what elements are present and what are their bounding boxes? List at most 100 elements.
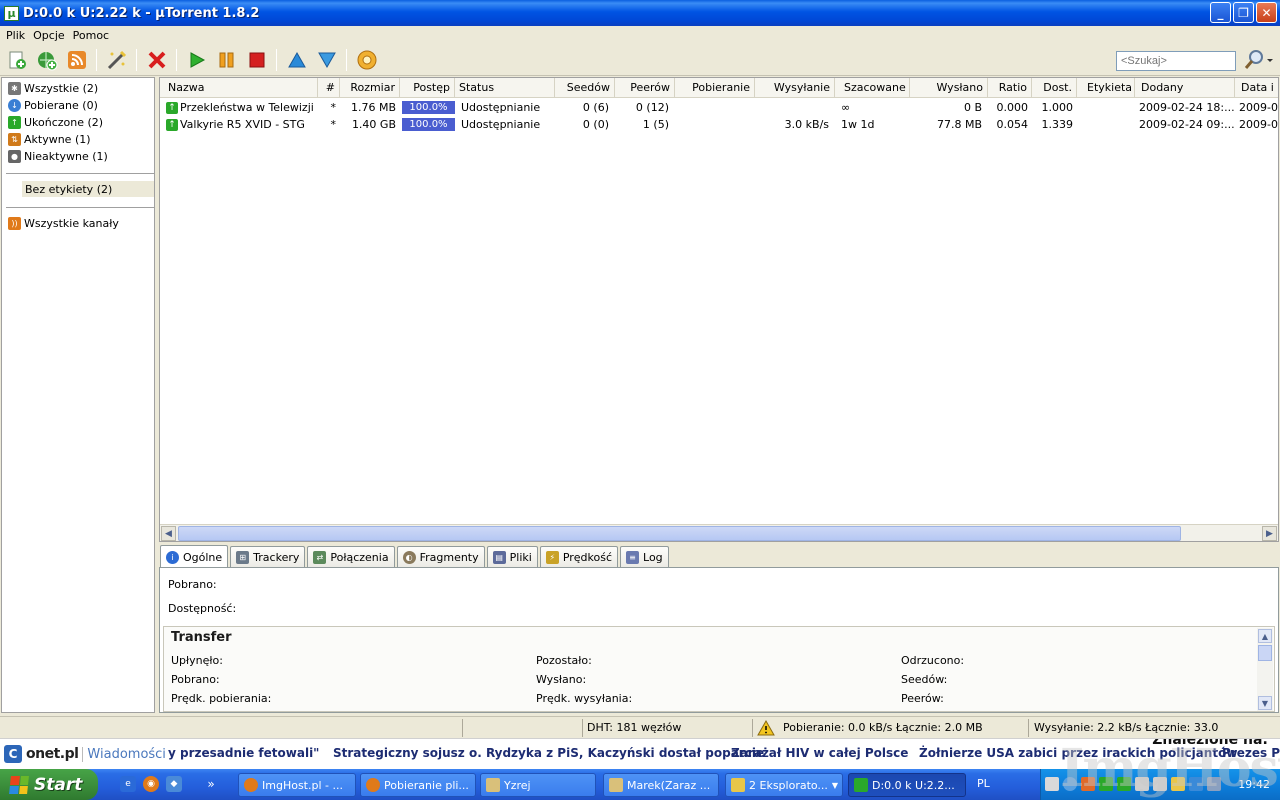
category-active[interactable]: ⇅ Aktywne (1) bbox=[8, 131, 154, 147]
language-indicator[interactable]: PL bbox=[977, 777, 990, 790]
seeds-label: Seedów: bbox=[901, 673, 948, 686]
tab-speed[interactable]: ⚡ Prędkość bbox=[539, 546, 619, 567]
tab-peers[interactable]: ⇄ Połączenia bbox=[307, 546, 395, 567]
column-upload-speed[interactable]: Wysyłanie bbox=[755, 78, 835, 98]
stop-icon[interactable] bbox=[246, 49, 268, 71]
column-uploaded[interactable]: Wysłano bbox=[910, 78, 988, 98]
category-all[interactable]: ✱ Wszystkie (2) bbox=[8, 80, 154, 96]
taskbar-item-imghost[interactable]: ImgHost.pl - ... bbox=[238, 773, 356, 797]
menu-opcje[interactable]: Opcje bbox=[29, 29, 69, 42]
scroll-up-icon[interactable]: ▲ bbox=[1258, 629, 1272, 643]
scroll-right-icon[interactable]: ▶ bbox=[1262, 526, 1277, 541]
torrent-label bbox=[1077, 99, 1135, 116]
status-empty bbox=[0, 719, 463, 737]
column-size[interactable]: Rozmiar bbox=[340, 78, 400, 98]
search-input[interactable] bbox=[1116, 51, 1236, 71]
windows-flag-icon bbox=[9, 775, 29, 794]
headline[interactable]: Strategiczny sojusz o. Rydzyka z PiS, Ka… bbox=[333, 746, 764, 760]
taskbar-item-chat[interactable]: Yzrej bbox=[480, 773, 596, 797]
menu-pomoc[interactable]: Pomoc bbox=[69, 29, 113, 42]
feed-all[interactable]: )) Wszystkie kanały bbox=[8, 215, 154, 231]
close-button[interactable]: ✕ bbox=[1256, 2, 1277, 23]
quicklaunch-expand-icon[interactable]: » bbox=[203, 776, 219, 792]
column-num[interactable]: # bbox=[318, 78, 340, 98]
pause-icon[interactable] bbox=[216, 49, 238, 71]
category-completed[interactable]: ↑ Ukończone (2) bbox=[8, 114, 154, 130]
security-shield-icon[interactable] bbox=[1171, 777, 1185, 791]
minimize-button[interactable]: _ bbox=[1210, 2, 1231, 23]
scrollbar-thumb[interactable] bbox=[1258, 645, 1272, 661]
rss-icon[interactable] bbox=[66, 49, 88, 71]
column-availability[interactable]: Dost. bbox=[1032, 78, 1077, 98]
tab-general[interactable]: i Ogólne bbox=[160, 545, 229, 568]
menu-bar: Plik Opcje Pomoc bbox=[0, 26, 1280, 44]
tab-log[interactable]: ≡ Log bbox=[620, 546, 669, 567]
taskbar-item-explorer[interactable]: 2 Eksplorato... ▼ bbox=[725, 773, 843, 797]
column-added[interactable]: Dodany bbox=[1135, 78, 1235, 98]
scroll-left-icon[interactable]: ◀ bbox=[161, 526, 176, 541]
search-icon[interactable] bbox=[1240, 49, 1276, 71]
start-icon[interactable] bbox=[186, 49, 208, 71]
uploaded-label: Wysłano: bbox=[536, 673, 587, 686]
category-downloading[interactable]: ↓ Pobierane (0) bbox=[8, 97, 154, 113]
category-inactive[interactable]: ● Nieaktywne (1) bbox=[8, 148, 154, 164]
tray-app-icon[interactable] bbox=[1189, 777, 1203, 791]
column-label[interactable]: Etykieta bbox=[1077, 78, 1135, 98]
rss-icon: )) bbox=[8, 216, 21, 230]
preferences-icon[interactable] bbox=[356, 49, 378, 71]
internet-explorer-icon[interactable]: e bbox=[120, 776, 136, 792]
column-peers[interactable]: Peerów bbox=[615, 78, 675, 98]
network-icon[interactable] bbox=[1153, 777, 1167, 791]
create-torrent-icon[interactable] bbox=[106, 49, 128, 71]
menu-plik[interactable]: Plik bbox=[2, 29, 29, 42]
tab-label: Prędkość bbox=[562, 550, 613, 564]
headline[interactable]: Żołnierze USA zabici przez irackich poli… bbox=[919, 746, 1237, 760]
taskbar-item-chat-2[interactable]: Marek(Zaraz ... bbox=[603, 773, 719, 797]
keyboard-icon[interactable] bbox=[1045, 777, 1059, 791]
onet-section: Wiadomości bbox=[82, 746, 166, 762]
tab-pieces[interactable]: ◐ Fragmenty bbox=[396, 546, 485, 567]
column-download-speed[interactable]: Pobieranie bbox=[675, 78, 755, 98]
column-seeds[interactable]: Seedów bbox=[555, 78, 615, 98]
onet-logo[interactable]: C onet.pl Wiadomości bbox=[4, 743, 166, 765]
move-up-icon[interactable] bbox=[286, 49, 308, 71]
label-no-label[interactable]: Bez etykiety (2) bbox=[22, 181, 154, 197]
chevron-down-icon: ▼ bbox=[831, 780, 838, 790]
utorrent-tray-icon[interactable] bbox=[1099, 777, 1113, 791]
torrent-size: 1.76 MB bbox=[350, 101, 396, 114]
torrent-row[interactable]: ↑ Przekleństwa w Telewizji ... * 1.76 MB … bbox=[160, 99, 1278, 116]
tray-arrow-icon[interactable] bbox=[1063, 777, 1077, 791]
taskbar-item-utorrent[interactable]: D:0.0 k U:2.2... bbox=[848, 773, 966, 797]
volume-icon[interactable] bbox=[1207, 777, 1221, 791]
column-completed-on[interactable]: Data i c bbox=[1235, 78, 1278, 98]
column-name[interactable]: Nazwa bbox=[160, 78, 318, 98]
tab-label: Połączenia bbox=[330, 550, 389, 564]
column-status[interactable]: Status bbox=[455, 78, 555, 98]
column-ratio[interactable]: Ratio bbox=[988, 78, 1032, 98]
headline[interactable]: Prezes Pi bbox=[1222, 746, 1280, 760]
quicklaunch-app-icon[interactable]: ◆ bbox=[166, 776, 182, 792]
remove-icon[interactable] bbox=[146, 49, 168, 71]
column-progress[interactable]: Postęp bbox=[400, 78, 455, 98]
tray-app-icon[interactable] bbox=[1081, 777, 1095, 791]
tray-app-icon[interactable] bbox=[1117, 777, 1131, 791]
tab-files[interactable]: ▤ Pliki bbox=[486, 546, 538, 567]
headline[interactable]: y przesadnie fetowali" bbox=[168, 746, 319, 760]
vertical-scrollbar[interactable]: ▲ ▼ bbox=[1257, 628, 1273, 711]
firefox-icon[interactable]: ◉ bbox=[143, 776, 159, 792]
tab-trackers[interactable]: ⊞ Trackery bbox=[230, 546, 306, 567]
column-eta[interactable]: Szacowane bbox=[835, 78, 910, 98]
scrollbar-thumb[interactable] bbox=[178, 526, 1181, 541]
maximize-button[interactable]: ❐ bbox=[1233, 2, 1254, 23]
start-button[interactable]: Start bbox=[0, 769, 98, 800]
headline[interactable]: Zarażał HIV w całej Polsce bbox=[731, 746, 908, 760]
horizontal-scrollbar[interactable]: ◀ ▶ bbox=[160, 524, 1278, 541]
scroll-down-icon[interactable]: ▼ bbox=[1258, 696, 1272, 710]
move-down-icon[interactable] bbox=[316, 49, 338, 71]
add-url-icon[interactable] bbox=[36, 49, 58, 71]
taskbar-item-downloads[interactable]: Pobieranie pli... bbox=[360, 773, 476, 797]
torrent-row[interactable]: ↑ Valkyrie R5 XVID - STG * 1.40 GB 100.0%… bbox=[160, 116, 1278, 133]
network-icon[interactable] bbox=[1135, 777, 1149, 791]
sidebar-divider bbox=[6, 173, 154, 174]
add-torrent-icon[interactable] bbox=[6, 49, 28, 71]
